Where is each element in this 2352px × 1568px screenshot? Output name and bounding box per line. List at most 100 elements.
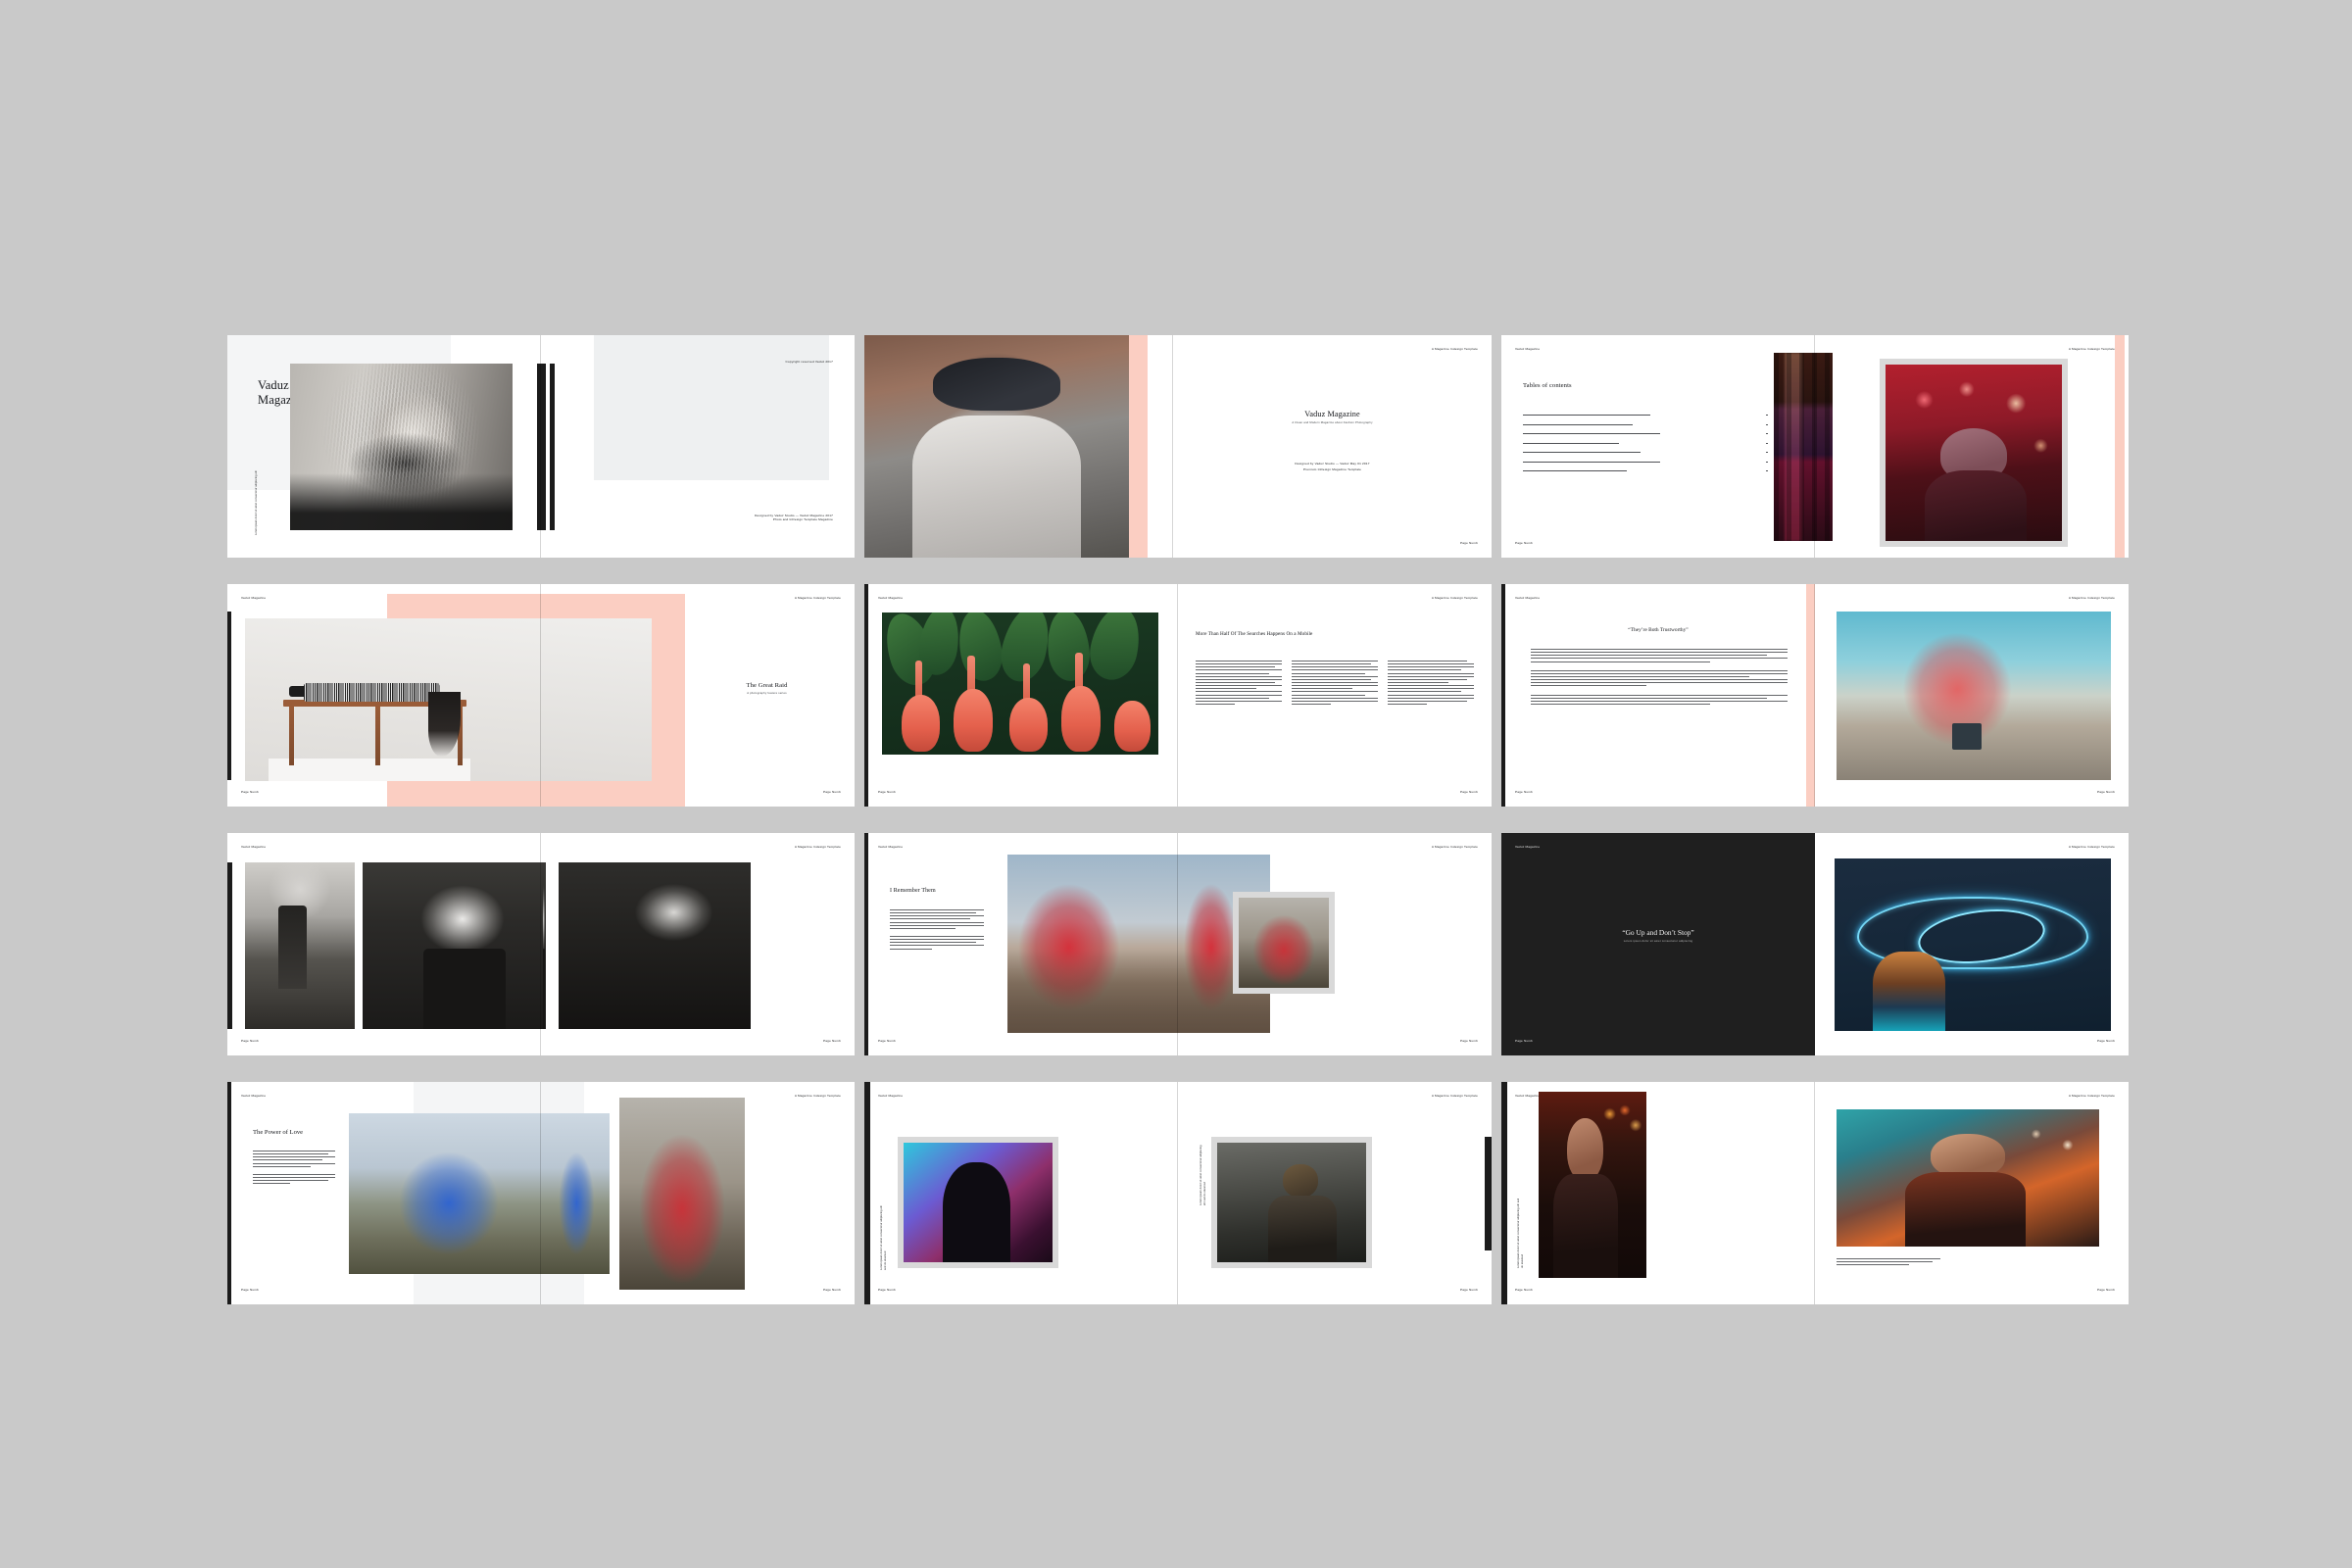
folio-right: Page Numb — [1460, 541, 1478, 546]
leaf — [1084, 612, 1147, 685]
spread-power-right-page: A Magazine Indesign Template Page Numb — [541, 1082, 855, 1304]
gallery-right-side-caption: Lorem ipsum dolor sit amet consectetur a… — [1200, 1145, 1207, 1205]
title-photo-man-in-cap — [864, 335, 1129, 558]
folio-right: Page Numb — [823, 790, 841, 795]
running-head-right: A Magazine Indesign Template — [1431, 1094, 1478, 1098]
spread-great-raid[interactable]: Vaduz Magazine Page Numb A Magazine Inde… — [227, 584, 855, 807]
flamingos-photo — [882, 612, 1158, 755]
great-raid-title: The Great Raid — [746, 682, 788, 689]
remember-black-bar — [864, 833, 868, 1055]
power-photo-blue-smoke — [349, 1113, 541, 1274]
spread-cover[interactable]: Vaduz Magazine Lorem ipsum dolor sit ame… — [227, 335, 855, 558]
title-subtitle: A Clean and Modern Magazine about Fashio… — [1292, 421, 1373, 424]
folio-right: Page Numb — [2097, 1039, 2115, 1044]
flamingos-black-bar — [864, 584, 868, 807]
toc-row[interactable]: Consectetur adipiscing elit sed do eiusm… — [1523, 420, 1768, 430]
toc-row[interactable]: Lorem ipsum dolor sit amet consectetur a… — [1523, 411, 1768, 420]
spread-triptych-left-page: Vaduz Magazine Page Numb — [227, 833, 541, 1055]
spread-title-left-page — [864, 335, 1173, 558]
spread-flamingos-left-page: Vaduz Magazine Page Numb — [864, 584, 1178, 807]
gallery-photo-gradient-silhouette — [904, 1143, 1053, 1262]
great-raid-photo-table — [245, 618, 541, 781]
remember-body: Lorem ipsum dolor sit amet, consectetur … — [890, 909, 984, 952]
folio-left: Page Numb — [1515, 1039, 1533, 1044]
spread-go-up-right-page: A Magazine Indesign Template Page Numb — [1815, 833, 2129, 1055]
folio-left: Page Numb — [1515, 790, 1533, 795]
toc-list: Lorem ipsum dolor sit amet consectetur a… — [1523, 411, 1768, 476]
folio-left: Page Numb — [1515, 541, 1533, 546]
spread-cover-right-page: Copyright reserved Vaduz 2017 Designed b… — [537, 335, 855, 558]
photo-plinth — [269, 758, 470, 781]
folio-right: Page Numb — [1460, 790, 1478, 795]
running-head-left: Vaduz Magazine — [1515, 596, 1541, 600]
folio-left: Page Numb — [1515, 1288, 1533, 1293]
go-up-subtitle: Lorem ipsum dolor sit amet consectetur a… — [1623, 940, 1693, 943]
title-block: Vaduz Magazine A Clean and Modern Magazi… — [1173, 410, 1492, 424]
spread-grid: Vaduz Magazine Lorem ipsum dolor sit ame… — [227, 335, 2129, 1305]
spread-trustworthy-right-page: A Magazine Indesign Template Page Numb — [1815, 584, 2129, 807]
spread-trustworthy[interactable]: Vaduz Magazine Page Numb “They’re Both T… — [1501, 584, 2129, 807]
toc-row[interactable]: Duis aute irure dolor in reprehenderit i… — [1523, 448, 1768, 458]
toc-row[interactable]: Excepteur sint occaecat cupidatat non pr… — [1523, 458, 1768, 467]
folio-left: Page Numb — [241, 1288, 259, 1293]
spread-street-right-page: A Magazine Indesign Template Page Numb L… — [1815, 1082, 2129, 1304]
spread-title-right-page: A Magazine Indesign Template Page Numb V… — [1173, 335, 1492, 558]
spread-street-left-page: Vaduz Magazine Page Numb Lorem ipsum dol… — [1501, 1082, 1815, 1304]
toc-row[interactable]: Ut enim ad minim veniam quis nostrud exe… — [1523, 439, 1768, 449]
gallery-left-side-caption: Lorem ipsum dolor sit amet consectetur a… — [880, 1204, 888, 1270]
spread-great-raid-right-page: A Magazine Indesign Template Page Numb T… — [541, 584, 855, 807]
toc-row[interactable]: Qui officia deserunt mollit anim id est … — [1523, 466, 1768, 476]
running-head-right: A Magazine Indesign Template — [1431, 845, 1478, 849]
spread-gallery-left-page: Vaduz Magazine Page Numb Lorem ipsum dol… — [864, 1082, 1178, 1304]
go-up-title: “Go Up and Don’t Stop” — [1622, 928, 1694, 937]
toc-pink-bar — [2115, 335, 2125, 558]
toc-row[interactable]: Sed do eiusmod tempor incididunt ut labo… — [1523, 429, 1768, 439]
spread-great-raid-left-page: Vaduz Magazine Page Numb — [227, 584, 541, 807]
spread-triptych[interactable]: Vaduz Magazine Page Numb A Magazine Inde… — [227, 833, 855, 1055]
power-photo-blue-smoke-continuation — [541, 1113, 610, 1274]
running-head-left: Vaduz Magazine — [878, 1094, 904, 1098]
cover-black-bar-a — [537, 364, 546, 530]
flamingos-article-title: More Than Half Of The Searches Happens O… — [1196, 631, 1313, 637]
spread-i-remember-them[interactable]: Vaduz Magazine Page Numb I Remember Them… — [864, 833, 1492, 1055]
running-head-right: A Magazine Indesign Template — [2068, 596, 2115, 600]
spread-toc[interactable]: Vaduz Magazine Page Numb Tables of conte… — [1501, 335, 2129, 558]
neon-photo-figure — [1873, 952, 1945, 1031]
spread-power-of-love[interactable]: Vaduz Magazine Page Numb The Power of Lo… — [227, 1082, 855, 1304]
running-head-right: A Magazine Indesign Template — [2068, 845, 2115, 849]
spread-trustworthy-left-page: Vaduz Magazine Page Numb “They’re Both T… — [1501, 584, 1815, 807]
flamingo — [954, 689, 993, 753]
go-up-quote-block: “Go Up and Don’t Stop” Lorem ipsum dolor… — [1501, 928, 1815, 943]
spread-street-portraits[interactable]: Vaduz Magazine Page Numb Lorem ipsum dol… — [1501, 1082, 2129, 1304]
trustworthy-quote-title: “They’re Both Trustworthy” — [1628, 627, 1689, 633]
running-head-right: A Magazine Indesign Template — [794, 596, 841, 600]
spread-go-up[interactable]: Vaduz Magazine Page Numb “Go Up and Don’… — [1501, 833, 2129, 1055]
spread-gallery-right-page: A Magazine Indesign Template Page Numb L… — [1178, 1082, 1492, 1304]
spread-remember-right-page: A Magazine Indesign Template Page Numb — [1178, 833, 1492, 1055]
folio-right: Page Numb — [2097, 790, 2115, 795]
folio-right: Page Numb — [823, 1288, 841, 1293]
toc-title: Tables of contents — [1523, 382, 1572, 389]
trustworthy-pink-bar — [1806, 584, 1815, 807]
flamingo — [1008, 698, 1049, 753]
running-head-left: Vaduz Magazine — [1515, 347, 1541, 351]
spread-power-left-page: Vaduz Magazine Page Numb The Power of Lo… — [227, 1082, 541, 1304]
photo-table-leg — [374, 707, 380, 766]
running-head-left: Vaduz Magazine — [241, 1094, 267, 1098]
great-raid-subtitle: A photography feature series — [747, 692, 787, 695]
remember-photo-desert — [1007, 855, 1178, 1033]
title-pink-bar — [1129, 335, 1148, 558]
trustworthy-body: Lorem ipsum dolor sit amet, consectetur … — [1531, 649, 1788, 707]
running-head-left: Vaduz Magazine — [1515, 845, 1541, 849]
photo-figure-body — [304, 683, 441, 702]
power-black-bar — [227, 1082, 231, 1304]
spread-title[interactable]: A Magazine Indesign Template Page Numb V… — [864, 335, 1492, 558]
spread-portrait-gallery[interactable]: Vaduz Magazine Page Numb Lorem ipsum dol… — [864, 1082, 1492, 1304]
street-photo-fairground-woman — [1837, 1109, 2099, 1247]
running-head-left: Vaduz Magazine — [1515, 1094, 1541, 1098]
cover-side-caption: Lorem ipsum dolor sit amet consectetur a… — [255, 469, 258, 535]
street-photo-caption: Lorem ipsum dolor sit amet, consectetur … — [1837, 1258, 1940, 1267]
toc-photo-neon-detail — [1774, 353, 1833, 541]
cover-right-gray-panel — [594, 335, 829, 480]
spread-flamingos-article[interactable]: Vaduz Magazine Page Numb A Magazine Inde… — [864, 584, 1492, 807]
